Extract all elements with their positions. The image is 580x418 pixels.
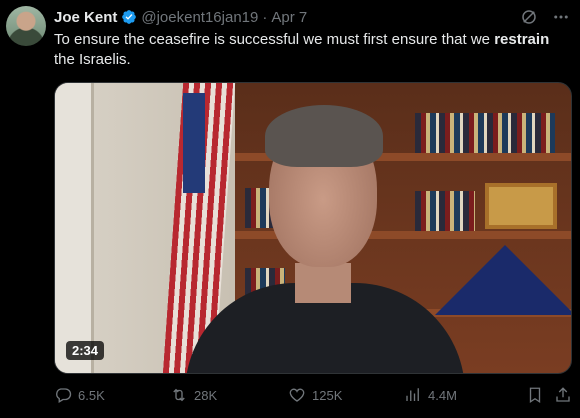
tweet-text: To ensure the ceasefire is successful we… <box>54 30 569 70</box>
avatar[interactable] <box>6 6 46 46</box>
grok-icon[interactable] <box>520 8 538 26</box>
author-name[interactable]: Joe Kent <box>54 9 117 26</box>
verified-badge-icon <box>122 10 137 24</box>
reply-button[interactable]: 6.5K <box>54 386 105 404</box>
video-frame-door <box>55 83 94 373</box>
repost-icon <box>173 388 185 402</box>
video-frame-photo <box>485 183 557 229</box>
reply-count: 6.5K <box>78 387 105 403</box>
video-duration-badge: 2:34 <box>66 341 105 360</box>
like-count: 125K <box>312 387 343 403</box>
views-button[interactable]: 4.4M <box>404 386 457 404</box>
video-player[interactable] <box>54 82 572 374</box>
repost-count: 28K <box>194 387 218 403</box>
author-handle[interactable]: @joekent16jan19 <box>141 9 258 26</box>
video-frame-person-hair <box>265 105 383 167</box>
tweet-actions-bar: 6.5K 28K 125K 4.4M <box>54 384 570 406</box>
like-icon <box>289 388 305 402</box>
views-icon <box>406 388 419 401</box>
repost-button[interactable]: 28K <box>170 386 217 404</box>
video-frame-flag-canton <box>183 93 205 193</box>
tweet-text-part: To ensure the ceasefire is successful we… <box>54 31 495 48</box>
separator: · <box>262 8 268 26</box>
reply-icon <box>56 388 72 403</box>
tweet-header: Joe Kent @joekent16jan19 · Apr 7 <box>54 8 307 26</box>
tweet-top-actions <box>520 8 570 26</box>
share-button[interactable] <box>554 386 578 404</box>
tweet-text-part: the Israelis. <box>54 51 131 68</box>
tweet-date[interactable]: Apr 7 <box>271 9 307 26</box>
tweet-text-bold: restrain <box>494 31 550 48</box>
share-icon <box>556 387 570 402</box>
bookmark-icon <box>529 387 541 404</box>
more-icon[interactable] <box>552 8 570 26</box>
bookmark-button[interactable] <box>526 386 550 404</box>
views-count: 4.4M <box>428 387 457 403</box>
like-button[interactable]: 125K <box>288 386 342 404</box>
video-frame-person-neck <box>295 263 351 303</box>
